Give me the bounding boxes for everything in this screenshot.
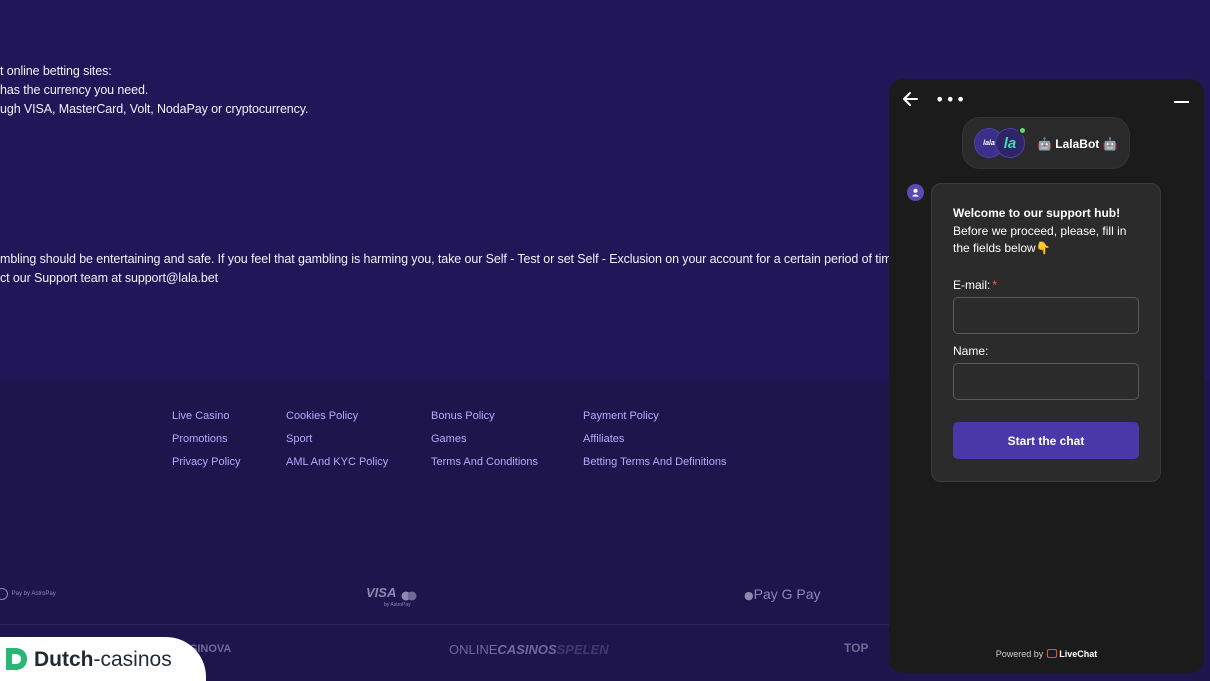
top-logo: TOP [844, 641, 869, 655]
content-line: ugh VISA, MasterCard, Volt, NodaPay or c… [0, 102, 309, 116]
footer-link-bonus-policy[interactable]: Bonus Policy [431, 410, 495, 422]
welcome-text: Before we proceed, please, fill in the f… [953, 224, 1127, 255]
mastercard-icon [401, 588, 417, 601]
online-casinos-spelen-logo: ONLINECASINOSSPELEN [449, 642, 609, 657]
prechat-form-card: Welcome to our support hub! Before we pr… [931, 183, 1161, 482]
required-asterisk: * [992, 278, 998, 292]
dutch-casinos-logo-icon [4, 646, 28, 677]
astropay-logo: Pay by AstroPay [0, 588, 56, 600]
dutch-casinos-badge[interactable]: Dutch-casinos [0, 637, 206, 681]
more-options-icon[interactable]: ••• [935, 90, 966, 109]
footer-divider [0, 624, 890, 625]
robot-icon: 🤖 [1037, 137, 1052, 151]
footer-link-betting-terms[interactable]: Betting Terms And Definitions [583, 456, 726, 468]
user-avatar-icon [907, 184, 924, 201]
content-line: t online betting sites: [0, 64, 112, 78]
footer-link-promotions[interactable]: Promotions [172, 433, 228, 445]
footer-link-cookies-policy[interactable]: Cookies Policy [286, 410, 358, 422]
email-field[interactable] [953, 297, 1139, 334]
minimize-icon[interactable] [1174, 101, 1189, 103]
start-chat-button[interactable]: Start the chat [953, 422, 1139, 459]
apple-icon: ● [744, 589, 754, 602]
dutch-casinos-logo-text: Dutch-casinos [34, 648, 172, 671]
back-arrow-icon[interactable] [902, 89, 920, 109]
astropay-circle-icon [0, 588, 8, 600]
bot-name: 🤖 LalaBot 🤖 [1037, 137, 1118, 151]
robot-icon: 🤖 [1102, 137, 1118, 151]
footer-link-live-casino[interactable]: Live Casino [172, 410, 229, 422]
footer-link-sport[interactable]: Sport [286, 433, 312, 445]
email-label: E-mail: * [953, 278, 998, 292]
name-field[interactable] [953, 363, 1139, 400]
bot-header: lala la 🤖 LalaBot 🤖 [962, 117, 1130, 169]
footer-link-payment-policy[interactable]: Payment Policy [583, 410, 659, 422]
livechat-icon [1047, 649, 1058, 658]
footer-link-privacy-policy[interactable]: Privacy Policy [172, 456, 240, 468]
welcome-title: Welcome to our support hub! [953, 206, 1121, 220]
visa-logo: VISA by AstroPay [366, 584, 417, 608]
content-line: ct our Support team at support@lala.bet [0, 271, 218, 285]
footer-link-terms-conditions[interactable]: Terms And Conditions [431, 456, 538, 468]
footer-link-affiliates[interactable]: Affiliates [583, 433, 624, 445]
name-label: Name: [953, 344, 989, 358]
powered-by: Powered by LiveChat [995, 649, 1098, 659]
footer-link-aml-kyc-policy[interactable]: AML And KYC Policy [286, 456, 388, 468]
content-line: mbling should be entertaining and safe. … [0, 252, 902, 266]
apple-google-pay-logo: ●Pay G Pay [744, 586, 821, 602]
chat-widget: ••• lala la 🤖 LalaBot 🤖 Welcome to our s… [889, 79, 1204, 673]
online-status-dot [1018, 126, 1027, 135]
footer-link-games[interactable]: Games [431, 433, 466, 445]
content-line: has the currency you need. [0, 83, 149, 97]
